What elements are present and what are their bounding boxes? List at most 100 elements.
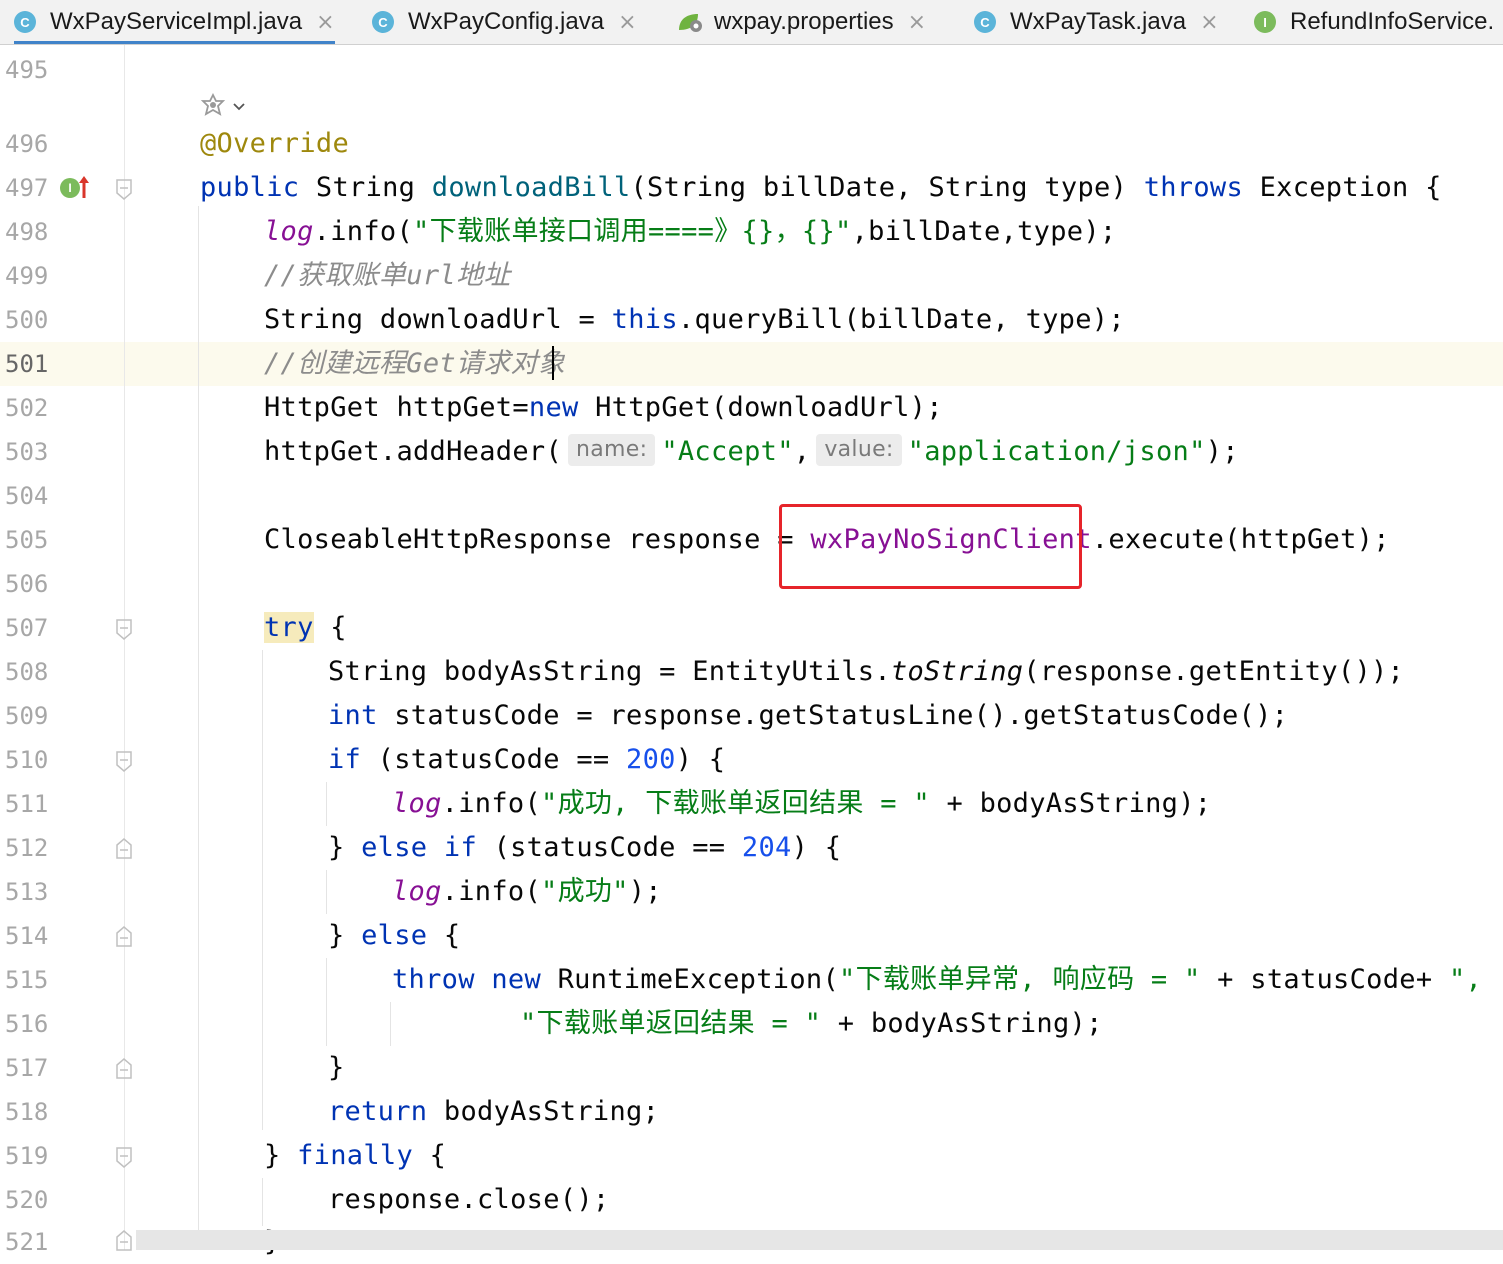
code-text: {: [427, 920, 461, 951]
tab-wxpay-properties[interactable]: wxpay.properties ×: [676, 0, 926, 44]
code-text: + bodyAsString);: [929, 788, 1212, 819]
code-line-510: if (statusCode == 200) {: [328, 738, 725, 782]
implements-method-marker[interactable]: I: [60, 176, 92, 202]
string-literal: "成功": [541, 876, 629, 907]
fold-end-icon[interactable]: [115, 837, 133, 859]
line-number: 507: [5, 614, 49, 642]
ai-assistant-icon: [200, 93, 226, 116]
line-number: 512: [5, 834, 49, 862]
horizontal-scrollbar[interactable]: [136, 1230, 1503, 1250]
close-icon[interactable]: ×: [618, 10, 636, 35]
keyword: try: [264, 612, 314, 643]
line-number: 520: [5, 1186, 49, 1214]
code-text: .info(: [313, 216, 414, 247]
code-line-516: "下载账单返回结果 = " + bodyAsString);: [520, 1002, 1103, 1046]
static-method: toString: [890, 656, 1024, 687]
tab-wxpayconfig[interactable]: C WxPayConfig.java ×: [372, 0, 637, 44]
code-text: );: [628, 876, 662, 907]
keyword: public: [200, 172, 300, 203]
code-text: statusCode = response.getStatusLine().ge…: [377, 700, 1289, 731]
code-text: ,billDate,type);: [851, 216, 1117, 247]
line-number: 503: [5, 438, 49, 466]
line-number: 515: [5, 966, 49, 994]
close-icon[interactable]: ×: [1200, 10, 1218, 35]
indent-guide: [262, 650, 263, 1130]
line-number-current: 501: [5, 350, 49, 378]
code-line-497: public String downloadBill(String billDa…: [200, 166, 1442, 210]
parameter-hint: value:: [816, 433, 902, 466]
code-vision-widget[interactable]: [200, 92, 250, 120]
code-text: response.close();: [328, 1184, 610, 1215]
comment: //创建远程Get请求对象: [264, 348, 566, 379]
line-number: 514: [5, 922, 49, 950]
line-number: 505: [5, 526, 49, 554]
field: log: [264, 216, 314, 247]
code-line-501: //创建远程Get请求对象: [264, 342, 565, 386]
fold-end-icon[interactable]: [115, 1057, 133, 1079]
code-line-498: log.info("下载账单接口调用====》{}，{}",billDate,t…: [264, 210, 1116, 254]
tab-label: WxPayServiceImpl.java: [50, 8, 303, 35]
code-line-514: } else {: [328, 914, 460, 958]
class-icon: C: [974, 11, 996, 33]
code-text: {: [313, 612, 347, 643]
keyword: int: [328, 700, 378, 731]
code-line-515: throw new RuntimeException("下载账单异常, 响应码 …: [392, 958, 1503, 1002]
code-text: ) {: [675, 744, 726, 775]
fold-end-icon[interactable]: [115, 925, 133, 947]
editor-tab-bar: C WxPayServiceImpl.java × C WxPayConfig.…: [0, 0, 1503, 45]
line-number: 516: [5, 1010, 49, 1038]
code-line-507: try {: [264, 606, 347, 650]
class-icon: C: [14, 11, 36, 33]
indent-guide: [390, 1002, 391, 1046]
code-text: .info(: [441, 876, 542, 907]
code-text: HttpGet(downloadUrl);: [578, 392, 943, 423]
keyword: new: [491, 964, 542, 995]
code-line-509: int statusCode = response.getStatusLine(…: [328, 694, 1288, 738]
string-literal: "下载账单异常, 响应码 = ": [839, 964, 1201, 995]
line-number: 497: [5, 174, 49, 202]
code-text: String bodyAsString = EntityUtils.: [328, 656, 891, 687]
comment: //获取账单url地址: [264, 260, 511, 291]
keyword: if: [328, 744, 362, 775]
field: log: [392, 788, 442, 819]
string-literal: ", ": [1448, 964, 1503, 995]
code-line-508: String bodyAsString = EntityUtils.toStri…: [328, 650, 1404, 694]
fold-end-icon[interactable]: [115, 1229, 133, 1251]
code-line-503: httpGet.addHeader(name: "Accept", value: "a…: [264, 430, 1239, 474]
line-number: 521: [5, 1228, 49, 1256]
code-text: }: [328, 832, 362, 863]
fold-icon[interactable]: [115, 1147, 133, 1169]
string-literal: "application/json": [907, 436, 1206, 467]
tab-wxpayserviceimpl[interactable]: C WxPayServiceImpl.java ×: [14, 0, 335, 44]
close-icon[interactable]: ×: [908, 10, 926, 35]
keyword: finally: [297, 1140, 414, 1171]
interface-icon: I: [60, 178, 80, 198]
text-caret: [552, 346, 554, 380]
code-text: String: [299, 172, 432, 203]
fold-icon[interactable]: [115, 619, 133, 641]
tab-label: RefundInfoService.: [1290, 8, 1495, 35]
keyword: throws: [1143, 172, 1244, 203]
number-literal: 204: [741, 832, 792, 863]
close-icon[interactable]: ×: [316, 10, 334, 35]
code-text: (statusCode ==: [361, 744, 627, 775]
code-text: }: [328, 1052, 345, 1083]
code-text: (String billDate, String type): [630, 172, 1144, 203]
indent-guide: [326, 870, 327, 914]
keyword: else: [361, 920, 428, 951]
line-number: 496: [5, 130, 49, 158]
tab-refundinfoservice[interactable]: I RefundInfoService.: [1254, 0, 1494, 44]
line-number: 513: [5, 878, 49, 906]
fold-icon[interactable]: [115, 179, 133, 201]
code-text: .info(: [441, 788, 542, 819]
current-line-highlight: [0, 342, 1503, 386]
code-text: ,: [793, 436, 811, 467]
properties-icon: [676, 11, 706, 33]
tab-wxpaytask[interactable]: C WxPayTask.java ×: [974, 0, 1219, 44]
code-line-511: log.info("成功, 下载账单返回结果 = " + bodyAsStrin…: [392, 782, 1211, 826]
fold-icon[interactable]: [115, 751, 133, 773]
code-text: RuntimeException(: [541, 964, 840, 995]
highlight-box: [779, 504, 1082, 589]
code-text: + bodyAsString);: [821, 1008, 1103, 1039]
code-text: Exception {: [1243, 172, 1442, 203]
